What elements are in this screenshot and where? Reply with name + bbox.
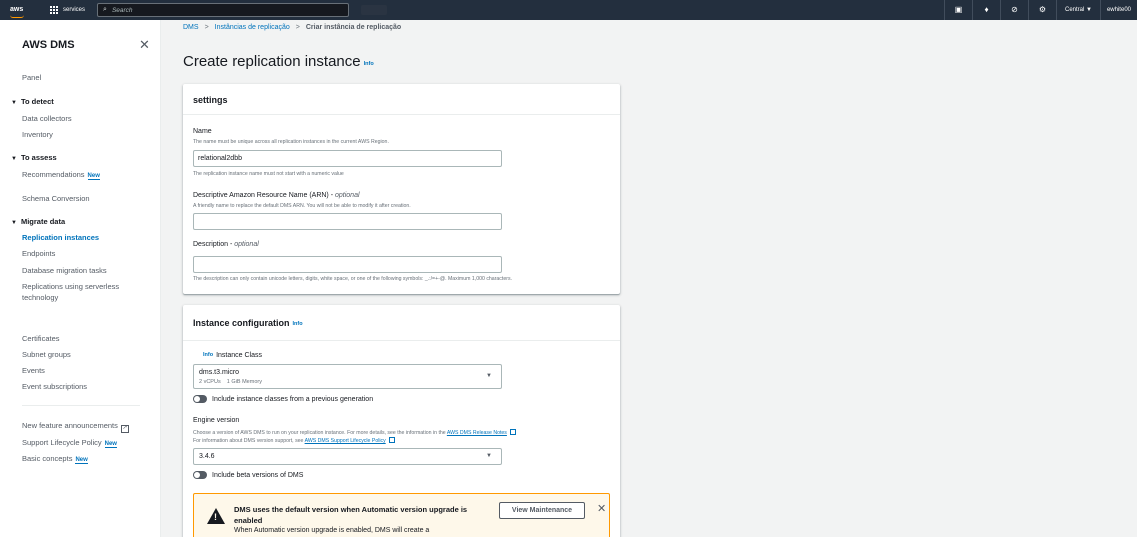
sidebar-section-migrate[interactable]: ▼ Migrate data [11,217,65,226]
engine-version-description: Choose a version of AWS DMS to run on yo… [193,429,516,436]
grid-icon [50,6,58,14]
toggle-switch[interactable] [193,395,207,403]
name-hint: The replication instance name must not s… [193,171,344,177]
sidebar-section-assess[interactable]: ▼ To assess [11,153,57,162]
new-badge: New [75,457,88,464]
gear-icon[interactable]: ⚙ [1028,0,1056,20]
chevron-right-icon: > [295,24,300,31]
sidebar-item-announcements[interactable]: New feature announcements ↗ [22,421,129,433]
top-navigation-bar: aws services ⌕ Search ▣ ♦ ⊘ ⚙ Central ▼ … [0,0,1137,20]
breadcrumb-replication-instances[interactable]: Instâncias de replicação [215,24,290,31]
description-input[interactable] [193,256,502,273]
external-link-icon [388,437,395,443]
description-hint: The description can only contain unicode… [193,276,512,282]
sidebar-item-serverless-cont[interactable]: technology [22,293,58,302]
name-input[interactable]: relational2dbb [193,150,502,167]
sidebar-divider [22,405,140,406]
warning-icon [207,508,225,524]
breadcrumb-dms[interactable]: DMS [183,24,199,31]
arn-label: Descriptive Amazon Resource Name (ARN) -… [193,192,360,199]
sidebar-title: AWS DMS [22,39,75,51]
warning-body: When Automatic version upgrade is enable… [234,527,430,534]
caret-down-icon: ▼ [486,453,492,459]
external-link-icon [509,429,516,435]
engine-version-support: For information about DMS version suppor… [193,437,395,444]
caret-down-icon: ▼ [11,156,17,162]
info-link[interactable]: Info [293,321,303,327]
page-title: Create replication instance Info [183,53,374,70]
sidebar-item-endpoints[interactable]: Endpoints [22,249,55,258]
bell-icon[interactable]: ♦ [972,0,1000,20]
engine-version-label: Engine version [193,417,240,424]
breadcrumb: DMS > Instâncias de replicação > Criar instâ… [183,24,401,31]
sidebar-item-schema-conversion[interactable]: Schema Conversion [22,194,90,203]
chevron-down-icon: ▼ [1086,7,1092,13]
toggle-switch[interactable] [193,471,207,479]
sidebar-item-lifecycle-policy[interactable]: Support Lifecycle Policy New [22,438,117,448]
sidebar-item-replication-instances[interactable]: Replication instances [22,233,99,242]
caret-down-icon: ▼ [486,373,492,379]
new-badge: New [104,441,117,448]
caret-down-icon: ▼ [11,100,17,106]
close-icon[interactable]: ✕ [597,502,606,515]
release-notes-link[interactable]: AWS DMS Release Notes [447,430,507,436]
engine-version-value: 3.4.6 [199,453,215,460]
auto-upgrade-warning: DMS uses the default version when Automa… [193,493,610,537]
help-icon[interactable]: ⊘ [1000,0,1028,20]
settings-header: settings [183,84,620,115]
sidebar-item-panel[interactable]: Panel [22,73,41,82]
instance-class-label: Info Instance Class [203,352,263,359]
warning-title: DMS uses the default version when Automa… [234,505,468,525]
breadcrumb-current: Criar instância de replicação [305,24,402,31]
search-icon: ⌕ [103,6,107,13]
description-label: Description - optional [193,241,259,248]
beta-versions-toggle[interactable]: Include beta versions of DMS [193,471,303,479]
cloudshell-icon[interactable]: ▣ [944,0,972,20]
instance-config-header: Instance configuration Info [183,305,620,341]
external-link-icon: ↗ [120,425,129,433]
settings-panel: settings Name The name must be unique ac… [183,84,620,294]
info-link[interactable]: Info [364,61,374,67]
sidebar-section-detect[interactable]: ▼ To detect [11,97,54,106]
sidebar-item-recommendations[interactable]: Recommendations New [22,170,100,180]
instance-class-select[interactable]: dms.t3.micro 2 vCPUs 1 GiB Memory ▼ [193,364,502,389]
sidebar-item-basic-concepts[interactable]: Basic concepts New [22,454,88,464]
account-menu[interactable]: ewhite00 [1099,0,1137,20]
info-link[interactable]: Info [203,352,213,358]
name-description: The name must be unique across all repli… [193,139,389,145]
sidebar: AWS DMS ✕ Panel ▼ To detect Data collecto… [0,20,161,537]
sidebar-item-inventory[interactable]: Inventory [22,130,53,139]
region-selector[interactable]: Central ▼ [1056,0,1100,20]
sidebar-item-event-subscriptions[interactable]: Event subscriptions [22,382,87,391]
aws-logo[interactable]: aws [10,6,36,18]
sidebar-item-serverless[interactable]: Replications using serverless [22,282,119,291]
services-menu-button[interactable]: services [50,6,85,14]
lifecycle-policy-link[interactable]: AWS DMS Support Lifecycle Policy [305,438,386,444]
name-label: Name [193,128,212,135]
previous-generation-toggle[interactable]: Include instance classes from a previous… [193,395,373,403]
sidebar-item-events[interactable]: Events [22,366,45,375]
arn-description: A friendly name to replace the default D… [193,203,411,209]
instance-class-specs: 2 vCPUs 1 GiB Memory [199,379,262,385]
sidebar-item-certificates[interactable]: Certificates [22,334,60,343]
instance-class-value: dms.t3.micro [199,369,240,376]
search-input[interactable]: ⌕ Search [97,3,350,17]
instance-configuration-panel: Instance configuration Info Info Instance … [183,305,620,537]
view-maintenance-button[interactable]: View Maintenance [499,502,585,519]
search-shortcut-hint [361,5,388,15]
sidebar-item-data-collectors[interactable]: Data collectors [22,114,72,123]
sidebar-item-migration-tasks[interactable]: Database migration tasks [22,266,107,275]
new-badge: New [87,173,100,180]
caret-down-icon: ▼ [11,220,17,226]
chevron-right-icon: > [204,24,209,31]
arn-input[interactable] [193,213,502,230]
sidebar-item-subnet-groups[interactable]: Subnet groups [22,350,71,359]
close-icon[interactable]: ✕ [139,37,150,53]
engine-version-select[interactable]: 3.4.6 ▼ [193,448,502,465]
